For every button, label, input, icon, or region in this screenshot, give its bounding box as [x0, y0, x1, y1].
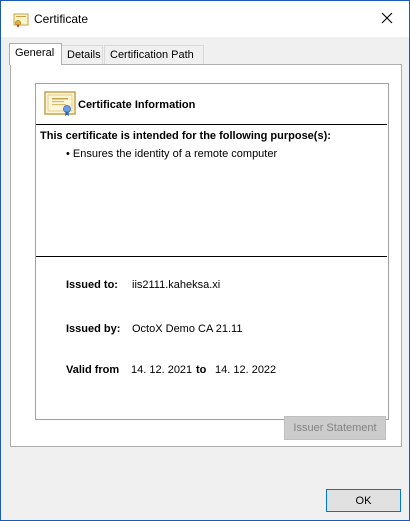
divider — [36, 124, 387, 125]
close-icon — [381, 12, 393, 24]
issued-by-label: Issued by: — [66, 323, 121, 335]
issuer-statement-button[interactable]: Issuer Statement — [284, 416, 386, 440]
title-bar[interactable]: Certificate — [1, 1, 409, 37]
certificate-dialog: Certificate General Details Certificatio… — [0, 0, 410, 521]
issued-by-value: OctoX Demo CA 21.11 — [132, 323, 243, 335]
ok-button[interactable]: OK — [326, 489, 401, 512]
purpose-heading: This certificate is intended for the fol… — [40, 130, 331, 142]
tab-general[interactable]: General — [9, 43, 62, 65]
valid-from-value: 14. 12. 2021 — [131, 364, 193, 376]
issued-to-value: iis2111.kaheksa.xi — [132, 279, 221, 291]
valid-to-value: 14. 12. 2022 — [215, 364, 277, 376]
certificate-info-title: Certificate Information — [78, 99, 196, 111]
divider — [36, 256, 387, 257]
general-tab-panel: Certificate Information This certificate… — [10, 64, 402, 447]
window-title: Certificate — [34, 12, 89, 26]
bullet: • — [66, 148, 70, 160]
certificate-info-box: Certificate Information This certificate… — [35, 83, 389, 420]
valid-to-label: to — [196, 364, 207, 376]
tab-certification-path[interactable]: Certification Path — [104, 45, 204, 64]
purpose-text: Ensures the identity of a remote compute… — [72, 148, 278, 160]
close-button[interactable] — [365, 1, 409, 35]
certificate-large-icon — [44, 90, 76, 118]
certificate-icon — [13, 12, 29, 28]
valid-from-label: Valid from — [66, 364, 120, 376]
issued-to-label: Issued to: — [66, 279, 118, 291]
purpose-list-item: • Ensures the identity of a remote compu… — [66, 148, 277, 160]
tab-details[interactable]: Details — [61, 45, 103, 64]
